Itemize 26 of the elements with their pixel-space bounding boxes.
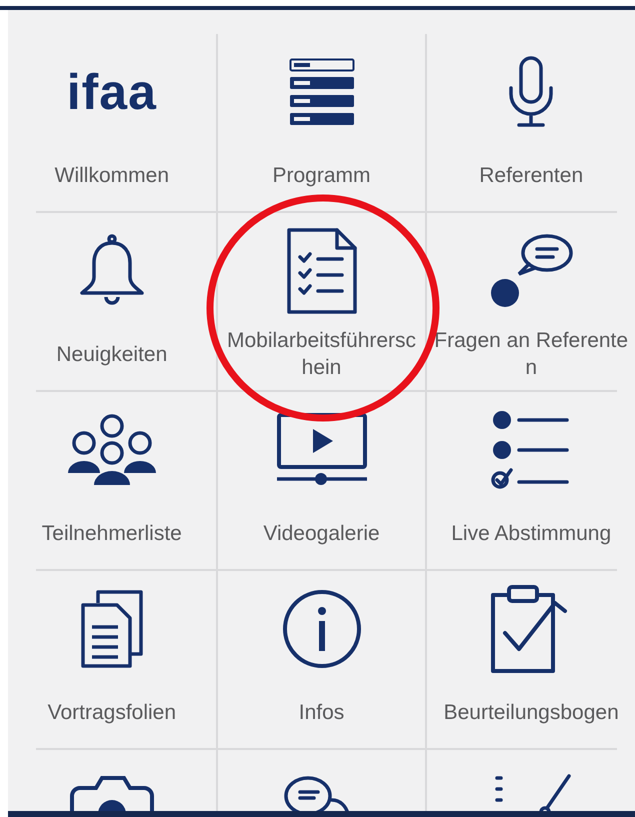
checklist-document-icon: [286, 227, 358, 315]
speech-bubble-icon: [489, 233, 574, 309]
tile-label: Neuigkeiten: [56, 342, 168, 368]
tile-label: Referenten: [479, 162, 584, 188]
tile-label: Infos: [298, 700, 344, 726]
tile-label: Beurteilungsbogen: [444, 700, 619, 726]
tile-label: Willkommen: [54, 162, 169, 188]
menu-tile[interactable]: Fragen an Referenten: [427, 213, 635, 390]
tile-label: Mobilarbeitsführerschein: [226, 328, 418, 381]
tile-label: Programm: [272, 162, 371, 188]
menu-tile[interactable]: Referenten: [427, 34, 635, 211]
video-player-icon: [274, 413, 368, 487]
documents-icon: [80, 589, 144, 669]
group-icon: [66, 413, 158, 487]
tile-label: Live Abstimmung: [451, 520, 612, 546]
microphone-icon: [508, 56, 554, 128]
menu-tile[interactable]: Beurteilungsbogen: [427, 571, 635, 748]
tile-label: Videogalerie: [263, 520, 380, 546]
menu-tile[interactable]: Live Abstimmung: [427, 392, 635, 569]
list-icon: [288, 58, 354, 126]
checklist-icon: [491, 410, 572, 490]
logo-text: ifaa: [66, 67, 157, 117]
tile-label: Teilnehmerliste: [42, 520, 182, 546]
tile-label: Fragen an Referenten: [433, 328, 630, 381]
info-icon: [282, 589, 362, 669]
tile-label: Vortragsfolien: [48, 700, 176, 726]
